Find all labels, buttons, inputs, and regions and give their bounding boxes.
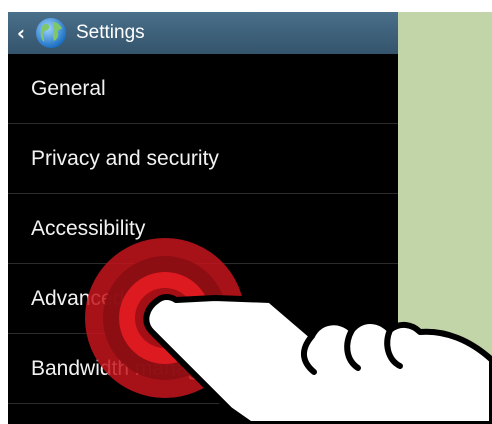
settings-screen: ‹ Settings General Privacy and security …: [8, 12, 398, 424]
side-panel: [398, 12, 492, 424]
menu-item-accessibility[interactable]: Accessibility: [8, 194, 398, 264]
menu-item-general[interactable]: General: [8, 54, 398, 124]
globe-icon[interactable]: [34, 16, 68, 50]
action-bar: ‹ Settings: [8, 12, 398, 54]
chevron-left-icon[interactable]: ‹: [10, 12, 32, 54]
page-title: Settings: [76, 22, 145, 43]
menu-item-privacy-and-security[interactable]: Privacy and security: [8, 124, 398, 194]
menu-item-advanced[interactable]: Advanced: [8, 264, 398, 334]
settings-menu: General Privacy and security Accessibili…: [8, 54, 398, 404]
menu-item-bandwidth-management[interactable]: Bandwidth management: [8, 334, 398, 404]
